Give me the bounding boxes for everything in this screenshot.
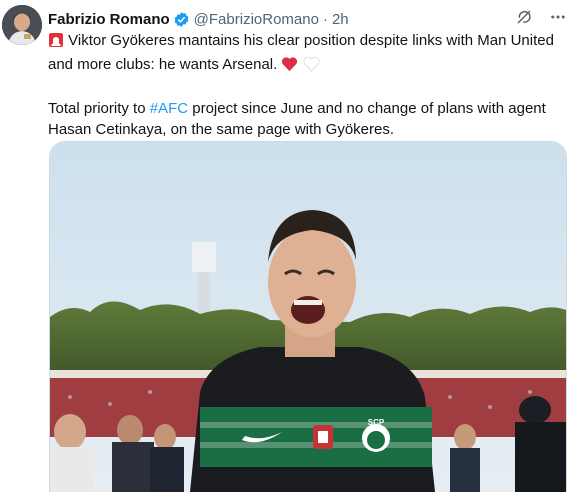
tweet-actions (513, 6, 569, 28)
tweet-header: Fabrizio Romano @FabrizioRomano · 2h (48, 8, 567, 30)
tweet-text-fragment: Total priority to (48, 100, 150, 117)
tweet-text: Viktor Gyökeres mantains his clear posit… (48, 30, 568, 140)
verified-badge-icon[interactable] (173, 11, 190, 28)
tweet-timestamp[interactable]: 2h (332, 11, 349, 28)
header-separator: · (322, 10, 328, 28)
tweet-line-1: Viktor Gyökeres mantains his clear posit… (48, 32, 554, 73)
white-heart-emoji-icon (303, 56, 320, 78)
tweet-paragraph-1: Viktor Gyökeres mantains his clear posit… (48, 30, 568, 78)
tweet-paragraph-2: Total priority to #AFC project since Jun… (48, 98, 568, 140)
jersey-badge-text: SCP (368, 418, 385, 427)
hashtag-link[interactable]: #AFC (150, 100, 188, 117)
author-avatar[interactable] (2, 5, 42, 45)
red-heart-emoji-icon (281, 56, 298, 78)
author-handle[interactable]: @FabrizioRomano (194, 11, 319, 28)
more-icon[interactable] (547, 6, 569, 28)
author-name[interactable]: Fabrizio Romano (48, 11, 170, 28)
siren-emoji-icon (48, 32, 64, 54)
grok-icon[interactable] (513, 6, 535, 28)
tweet-photo[interactable]: SCP (49, 141, 567, 492)
